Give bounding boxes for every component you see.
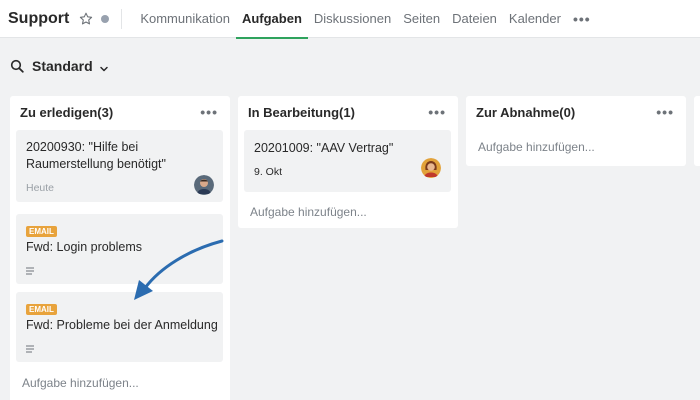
task-card[interactable]: EMAIL Fwd: Login problems	[16, 214, 223, 284]
task-date: 9. Okt	[254, 166, 283, 178]
task-title: Fwd: Probleme bei der Anmeldung	[26, 318, 218, 332]
star-icon[interactable]	[79, 12, 93, 26]
top-navigation-bar: Support Kommunikation Aufgaben Diskussio…	[0, 0, 700, 39]
description-icon	[26, 262, 36, 275]
status-dot-icon	[101, 14, 110, 23]
tab-aufgaben[interactable]: Aufgaben	[235, 0, 308, 39]
email-badge: EMAIL	[26, 226, 57, 237]
column-zur-abnahme: Zur Abnahme(0) ••• Aufgabe hinzufügen...	[466, 96, 686, 166]
task-card[interactable]: EMAIL Fwd: Probleme bei der Anmeldung	[16, 292, 223, 362]
task-title: 20200930: "Hilfe bei Raumerstellung benö…	[26, 140, 166, 171]
column-menu-icon[interactable]: •••	[200, 104, 218, 120]
search-icon[interactable]	[10, 59, 24, 73]
task-card[interactable]: 20200930: "Hilfe bei Raumerstellung benö…	[16, 130, 223, 202]
email-badge: EMAIL	[26, 304, 57, 315]
add-task-link[interactable]: Aufgabe hinzufügen...	[22, 376, 139, 390]
assignee-avatar[interactable]	[194, 175, 214, 195]
task-date: Heute	[26, 182, 55, 194]
tab-diskussionen[interactable]: Diskussionen	[308, 0, 397, 38]
tab-kommunikation[interactable]: Kommunikation	[134, 0, 236, 38]
column-title: In Bearbeitung(1)	[248, 104, 355, 120]
tab-seiten[interactable]: Seiten	[397, 0, 446, 38]
tab-bar: Kommunikation Aufgaben Diskussionen Seit…	[134, 0, 567, 39]
tab-kalender[interactable]: Kalender	[503, 0, 567, 38]
column-header: In Bearbeitung(1) •••	[238, 96, 458, 128]
view-selector[interactable]: Standard	[10, 56, 109, 76]
task-title: Fwd: Login problems	[26, 240, 143, 254]
more-tabs-icon[interactable]: •••	[573, 11, 591, 27]
column-menu-icon[interactable]: •••	[656, 104, 674, 120]
room-title: Support	[8, 9, 70, 27]
nav-divider	[121, 8, 123, 29]
column-title: Zu erledigen(3)	[20, 104, 114, 120]
column-partial	[694, 96, 700, 166]
chevron-down-icon[interactable]	[99, 61, 109, 72]
add-task-link[interactable]: Aufgabe hinzufügen...	[250, 205, 367, 219]
assignee-avatar[interactable]	[421, 158, 441, 178]
column-title: Zur Abnahme(0)	[476, 104, 576, 120]
add-task-link[interactable]: Aufgabe hinzufügen...	[478, 140, 595, 154]
task-title: 20201009: "AAV Vertrag"	[254, 141, 394, 155]
column-menu-icon[interactable]: •••	[428, 104, 446, 120]
description-icon	[26, 340, 36, 353]
tab-dateien[interactable]: Dateien	[446, 0, 503, 38]
column-zu-erledigen: Zu erledigen(3) ••• 20200930: "Hilfe bei…	[10, 96, 230, 400]
column-header: Zur Abnahme(0) •••	[466, 96, 686, 128]
task-card[interactable]: 20201009: "AAV Vertrag" 9. Okt	[244, 130, 451, 192]
column-in-bearbeitung: In Bearbeitung(1) ••• 20201009: "AAV Ver…	[238, 96, 458, 228]
view-label[interactable]: Standard	[32, 58, 93, 74]
column-header: Zu erledigen(3) •••	[10, 96, 230, 128]
